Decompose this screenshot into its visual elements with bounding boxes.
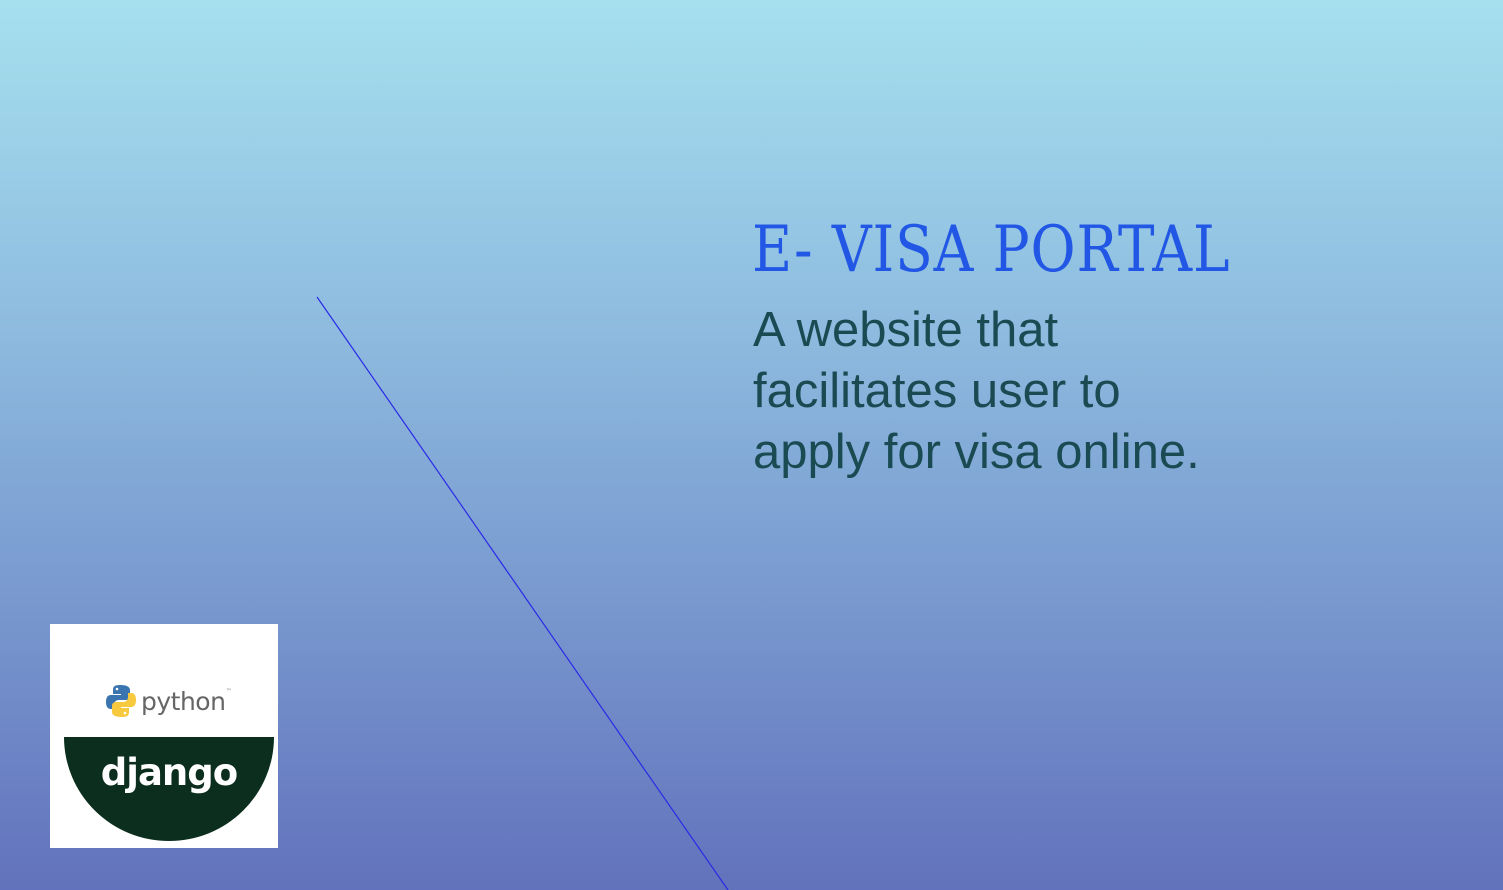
page-title: E- VISA PORTAL [752,213,1231,287]
python-django-logo: python ™ django [50,624,278,848]
page-description: A website that facilitates user to apply… [753,303,1200,479]
python-logo: python ™ [106,684,231,718]
python-wordmark: python [141,686,226,716]
django-logo: django [64,737,274,841]
trademark-symbol: ™ [225,688,232,695]
django-wordmark: django [100,751,238,794]
python-icon [106,685,136,717]
